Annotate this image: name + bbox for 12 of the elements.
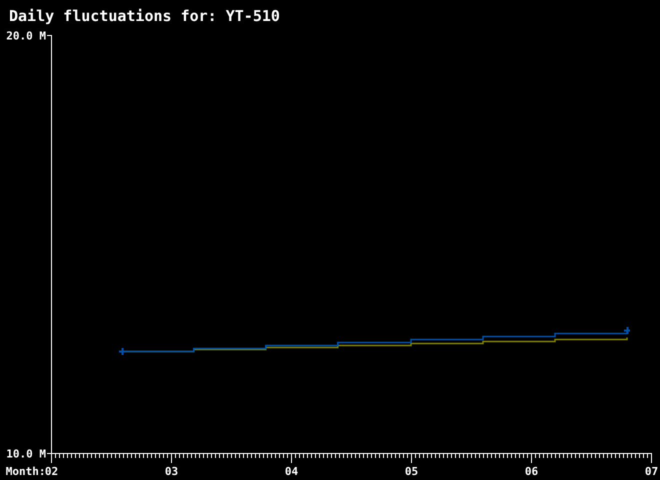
axis-label: Month: [6,465,46,478]
axis-tick-label: 05 [404,465,418,478]
data-marker [623,326,631,335]
chart-title: Daily fluctuations for: YT-510 [9,7,280,25]
axis-tick-label: 04 [284,465,298,478]
axis-tick-label: 20.0 M [6,30,46,42]
axis-tick-label: 06 [524,465,538,478]
axis-tick-label: 03 [164,465,178,478]
axis-tick-label: 02 [44,465,58,478]
axis-tick-label: 07 [644,465,658,478]
axis-tick-label: 10.0 M [6,448,46,460]
data-marker [118,347,126,356]
